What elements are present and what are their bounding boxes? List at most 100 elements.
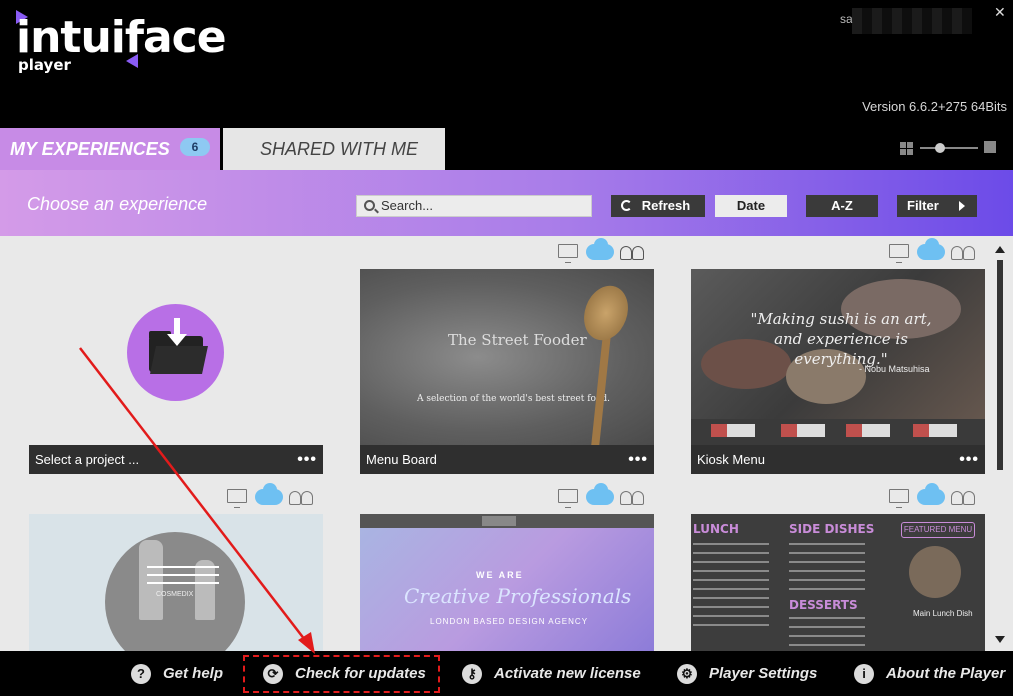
toolbar: Choose an experience Search... Refresh D… xyxy=(0,170,1013,236)
card-thumbnail[interactable] xyxy=(29,269,323,445)
sort-date-button[interactable]: Date xyxy=(715,195,787,217)
search-placeholder: Search... xyxy=(381,198,434,213)
card-title: Select a project ... xyxy=(35,452,140,467)
screen-icon xyxy=(889,489,909,508)
card-cosmetics[interactable]: COSMEDIX xyxy=(29,481,323,651)
card-status-icons xyxy=(223,481,323,509)
spoon-image xyxy=(589,334,611,445)
thumb-item: Main Lunch Dish xyxy=(913,609,973,618)
card-menu-board[interactable]: The Street Fooder A selection of the wor… xyxy=(360,236,654,476)
player-settings-label: Player Settings xyxy=(709,665,818,682)
refresh-icon xyxy=(621,200,632,211)
shared-users-icon xyxy=(620,489,646,505)
more-options-icon[interactable]: ••• xyxy=(297,445,317,474)
logo-subtitle: player xyxy=(18,56,71,74)
thumb-kicker: WE ARE xyxy=(476,570,524,580)
thumb-author: - Nobu Matsuhisa xyxy=(859,364,930,374)
scrollbar-thumb[interactable] xyxy=(997,260,1003,470)
annotation-highlight-box xyxy=(243,655,440,693)
card-thumbnail[interactable]: WE ARE Creative Professionals LONDON BAS… xyxy=(360,514,654,651)
help-icon: ? xyxy=(131,664,151,684)
shared-users-icon xyxy=(289,489,315,505)
card-thumbnail[interactable]: The Street Fooder A selection of the wor… xyxy=(360,269,654,445)
cloud-icon xyxy=(917,238,945,260)
activate-license-button[interactable]: ⚷ Activate new license xyxy=(462,663,652,685)
close-icon[interactable]: ✕ xyxy=(994,4,1006,21)
user-name-redacted xyxy=(852,8,972,34)
tabs-bar: MY EXPERIENCES 6 SHARED WITH ME xyxy=(0,128,1013,170)
card-thumbnail[interactable]: "Making sushi is an art, and experience … xyxy=(691,269,985,445)
logo-triangle-icon xyxy=(126,54,138,68)
shared-users-icon xyxy=(951,489,977,505)
card-creative[interactable]: WE ARE Creative Professionals LONDON BAS… xyxy=(360,481,654,651)
card-status-icons xyxy=(554,236,654,264)
search-input[interactable]: Search... xyxy=(356,195,592,217)
footer: ? Get help ⟳ Check for updates ⚷ Activat… xyxy=(0,651,1013,696)
small-grid-icon[interactable] xyxy=(900,142,913,155)
tab-shared-with-me[interactable]: SHARED WITH ME xyxy=(223,128,445,170)
thumb-title: Creative Professionals xyxy=(404,584,632,608)
scroll-down-arrow-icon[interactable] xyxy=(995,636,1005,643)
screen-icon xyxy=(558,244,578,263)
thumb-badge: FEATURED MENU xyxy=(901,522,975,538)
burger-image xyxy=(909,546,961,598)
tab-shared-label: SHARED WITH ME xyxy=(260,139,419,159)
large-grid-icon[interactable] xyxy=(984,141,996,153)
key-icon: ⚷ xyxy=(462,664,482,684)
sort-az-button[interactable]: A-Z xyxy=(806,195,878,217)
page-title: Choose an experience xyxy=(27,194,208,214)
refresh-button[interactable]: Refresh xyxy=(611,195,705,217)
card-select-project[interactable]: Select a project ... ••• xyxy=(29,236,323,476)
get-help-label: Get help xyxy=(163,665,224,682)
about-player-button[interactable]: i About the Player xyxy=(854,663,1012,685)
shared-users-icon xyxy=(951,244,977,260)
thumb-heading: LUNCH xyxy=(693,522,739,536)
intuiface-logo: intuiface player xyxy=(14,10,254,80)
activate-license-label: Activate new license xyxy=(494,665,641,682)
screen-icon xyxy=(889,244,909,263)
info-icon: i xyxy=(854,664,874,684)
card-thumbnail[interactable]: LUNCH SIDE DISHES DESSERTS FEATURED MENU… xyxy=(691,514,985,651)
folder-download-icon xyxy=(127,304,224,401)
cloud-icon xyxy=(917,483,945,505)
thumbnail-size-control[interactable] xyxy=(898,140,998,156)
cloud-count: 6 xyxy=(191,140,199,154)
bottle-image xyxy=(139,540,163,620)
thumb-category-bar xyxy=(691,419,985,445)
thumb-subtitle: A selection of the world's best street f… xyxy=(417,394,610,404)
card-lunch-menu[interactable]: LUNCH SIDE DISHES DESSERTS FEATURED MENU… xyxy=(691,481,985,651)
card-caption: Menu Board ••• xyxy=(360,445,654,474)
card-thumbnail[interactable]: COSMEDIX xyxy=(29,514,323,651)
gear-icon: ⚙ xyxy=(677,664,697,684)
thumb-heading: SIDE DISHES xyxy=(789,522,875,536)
cloud-icon xyxy=(255,483,283,505)
card-title: Kiosk Menu xyxy=(697,452,765,467)
filter-button[interactable]: Filter xyxy=(897,195,977,217)
card-caption: Select a project ... ••• xyxy=(29,445,323,474)
tab-my-experiences[interactable]: MY EXPERIENCES 6 xyxy=(0,128,220,170)
card-title: Menu Board xyxy=(366,452,437,467)
card-caption: Kiosk Menu ••• xyxy=(691,445,985,474)
slider-knob[interactable] xyxy=(935,143,945,153)
player-settings-button[interactable]: ⚙ Player Settings xyxy=(677,663,827,685)
thumb-title: The Street Fooder xyxy=(448,331,587,349)
more-options-icon[interactable]: ••• xyxy=(628,445,648,474)
scroll-up-arrow-icon[interactable] xyxy=(995,246,1005,253)
header: intuiface player sa ✕ Version 6.6.2+275 … xyxy=(0,0,1013,128)
more-options-icon[interactable]: ••• xyxy=(959,445,979,474)
thumb-brand: COSMEDIX xyxy=(156,591,194,598)
chevron-right-icon xyxy=(959,201,965,211)
refresh-label: Refresh xyxy=(641,198,691,213)
filter-label: Filter xyxy=(907,198,939,213)
thumb-quote: "Making sushi is an art, and experience … xyxy=(750,310,932,368)
thumb-navbar xyxy=(360,514,654,528)
get-help-button[interactable]: ? Get help xyxy=(131,663,231,685)
vertical-scrollbar[interactable] xyxy=(995,236,1005,651)
card-status-icons xyxy=(885,481,985,509)
tab-my-experiences-label: MY EXPERIENCES xyxy=(10,139,170,159)
thumbnail-size-slider[interactable] xyxy=(920,147,978,149)
cloud-icon xyxy=(586,483,614,505)
card-kiosk-menu[interactable]: "Making sushi is an art, and experience … xyxy=(691,236,985,476)
about-player-label: About the Player xyxy=(886,665,1006,682)
card-status-icons xyxy=(885,236,985,264)
